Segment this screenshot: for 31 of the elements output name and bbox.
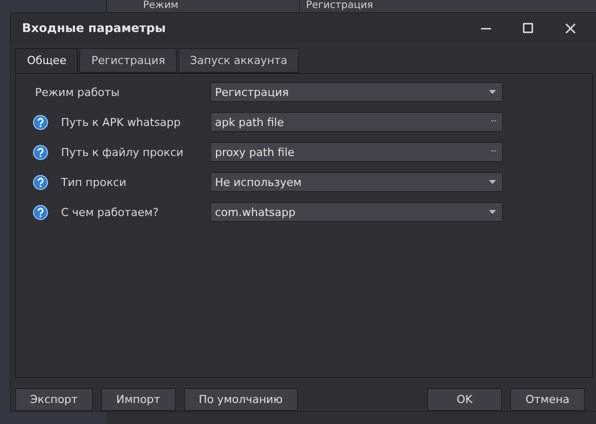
path-field[interactable]: proxy path file ··· [210, 142, 503, 162]
close-icon [564, 22, 576, 34]
dropdown-field[interactable]: Регистрация [210, 82, 503, 102]
tab[interactable]: Запуск аккаунта [178, 48, 300, 73]
footer-button[interactable]: Экспорт [15, 388, 93, 411]
maximize-icon [523, 23, 533, 33]
window-title: Входные параметры [22, 21, 167, 35]
tab[interactable]: Общее [15, 48, 78, 73]
dropdown-field[interactable]: Не используем [210, 172, 503, 192]
caret-icon [489, 180, 496, 184]
browse-button[interactable]: ··· [490, 117, 496, 127]
dialog-button[interactable]: OK [427, 388, 502, 411]
column-header: Режим [142, 0, 180, 13]
help-icon[interactable] [33, 144, 48, 160]
tab[interactable]: Регистрация [79, 48, 178, 73]
caret-icon [489, 90, 496, 94]
help-icon[interactable] [33, 174, 48, 190]
help-icon[interactable] [33, 204, 48, 220]
setting-label: С чем работаем? [61, 206, 159, 218]
footer-button[interactable]: По умолчанию [184, 388, 298, 411]
setting-label: Режим работы [35, 86, 120, 98]
setting-label: Путь к APK whatsapp [61, 116, 181, 128]
browse-button[interactable]: ··· [490, 147, 496, 157]
path-field[interactable]: apk path file ··· [210, 112, 503, 132]
dialog-button[interactable]: Отмена [510, 388, 585, 411]
setting-label: Путь к файлу прокси [61, 146, 184, 158]
help-icon[interactable] [33, 114, 48, 130]
caret-icon [489, 210, 496, 214]
setting-label: Тип прокси [61, 176, 126, 188]
dropdown-field[interactable]: com.whatsapp [210, 202, 503, 222]
footer-button[interactable]: Импорт [100, 388, 176, 411]
